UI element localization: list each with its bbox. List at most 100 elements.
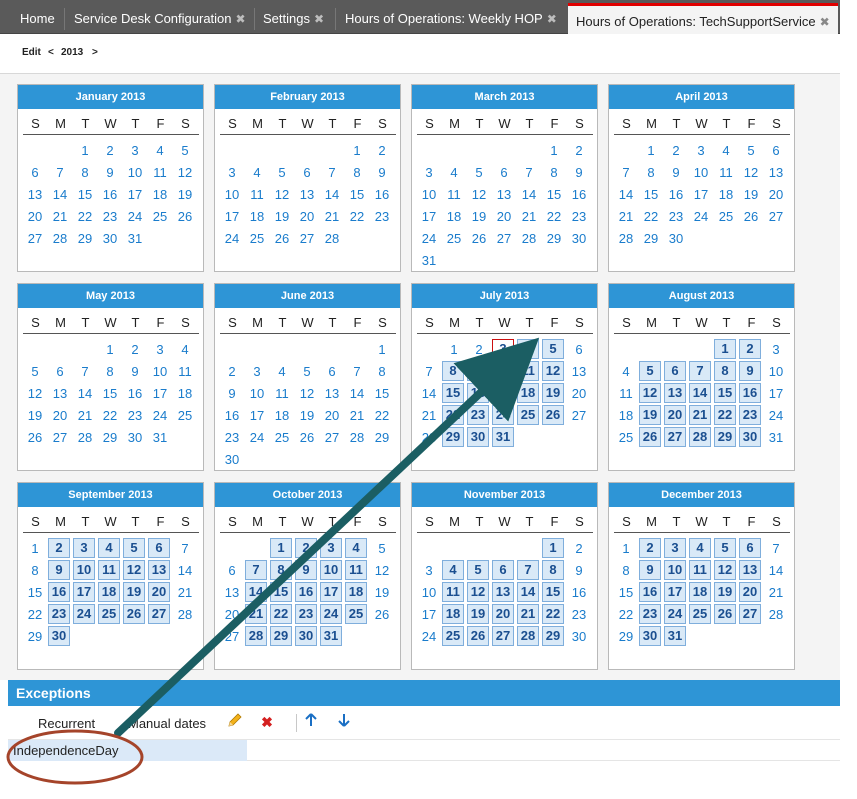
calendar-day[interactable]: 18: [442, 206, 466, 227]
exception-name[interactable]: IndependenceDay: [8, 740, 247, 761]
tab-home[interactable]: Home: [12, 6, 63, 34]
calendar-day[interactable]: 25: [442, 228, 466, 249]
calendar-day[interactable]: 30: [123, 427, 147, 448]
calendar-day[interactable]: 17: [245, 405, 269, 426]
calendar-day[interactable]: 1: [345, 140, 369, 161]
operating-day[interactable]: 12: [639, 383, 661, 403]
operating-day[interactable]: 5: [123, 538, 145, 558]
calendar-day[interactable]: 30: [98, 228, 122, 249]
calendar-day[interactable]: 24: [220, 228, 244, 249]
operating-day[interactable]: 17: [664, 582, 686, 602]
operating-day[interactable]: 9: [739, 361, 761, 381]
calendar-day[interactable]: 28: [614, 228, 638, 249]
calendar-day[interactable]: 1: [73, 140, 97, 161]
operating-day[interactable]: 13: [664, 383, 686, 403]
calendar-day[interactable]: 26: [295, 427, 319, 448]
operating-day[interactable]: 30: [48, 626, 70, 646]
calendar-day[interactable]: 3: [245, 361, 269, 382]
operating-day[interactable]: 14: [689, 383, 711, 403]
calendar-day[interactable]: 13: [567, 361, 591, 382]
operating-day[interactable]: 18: [98, 582, 120, 602]
calendar-day[interactable]: 6: [492, 162, 516, 183]
calendar-day[interactable]: 10: [148, 361, 172, 382]
calendar-day[interactable]: 29: [639, 228, 663, 249]
calendar-day[interactable]: 3: [417, 560, 441, 581]
calendar-day[interactable]: 27: [48, 427, 72, 448]
calendar-day[interactable]: 4: [614, 361, 638, 382]
calendar-day[interactable]: 20: [492, 206, 516, 227]
calendar-day[interactable]: 23: [567, 604, 591, 625]
operating-day[interactable]: 20: [148, 582, 170, 602]
calendar-day[interactable]: 27: [23, 228, 47, 249]
calendar-day[interactable]: 3: [764, 339, 788, 360]
calendar-day[interactable]: 2: [98, 140, 122, 161]
operating-day[interactable]: 8: [542, 560, 564, 580]
calendar-day[interactable]: 17: [123, 184, 147, 205]
operating-day[interactable]: 23: [639, 604, 661, 624]
calendar-day[interactable]: 6: [295, 162, 319, 183]
operating-day[interactable]: 25: [345, 604, 367, 624]
calendar-day[interactable]: 13: [492, 184, 516, 205]
operating-day[interactable]: 26: [714, 604, 736, 624]
calendar-day[interactable]: 18: [270, 405, 294, 426]
calendar-day[interactable]: 27: [295, 228, 319, 249]
operating-day[interactable]: 16: [48, 582, 70, 602]
calendar-day[interactable]: 25: [714, 206, 738, 227]
calendar-day[interactable]: 27: [764, 206, 788, 227]
calendar-day[interactable]: 21: [73, 405, 97, 426]
calendar-day[interactable]: 31: [417, 250, 441, 271]
operating-day[interactable]: 1: [714, 339, 736, 359]
calendar-day[interactable]: 18: [173, 383, 197, 404]
calendar-day[interactable]: 12: [467, 184, 491, 205]
operating-day[interactable]: 24: [664, 604, 686, 624]
calendar-day[interactable]: 8: [614, 560, 638, 581]
tab-weekly-hop[interactable]: Hours of Operations: Weekly HOP ✖: [337, 6, 565, 34]
calendar-day[interactable]: 12: [295, 383, 319, 404]
operating-day[interactable]: 20: [492, 604, 514, 624]
calendar-day[interactable]: 29: [23, 626, 47, 647]
calendar-day[interactable]: 27: [320, 427, 344, 448]
operating-day[interactable]: 9: [639, 560, 661, 580]
calendar-day[interactable]: 7: [517, 162, 541, 183]
close-icon[interactable]: ✖: [236, 12, 246, 26]
calendar-day[interactable]: 7: [73, 361, 97, 382]
calendar-day[interactable]: 24: [417, 228, 441, 249]
operating-day[interactable]: 26: [542, 405, 564, 425]
operating-day[interactable]: 19: [542, 383, 564, 403]
calendar-day[interactable]: 21: [173, 582, 197, 603]
operating-day[interactable]: 23: [48, 604, 70, 624]
calendar-day[interactable]: 14: [417, 383, 441, 404]
operating-day[interactable]: 12: [467, 582, 489, 602]
operating-day[interactable]: 13: [148, 560, 170, 580]
calendar-day[interactable]: 3: [417, 162, 441, 183]
calendar-day[interactable]: 21: [417, 405, 441, 426]
operating-day[interactable]: 29: [442, 427, 464, 447]
calendar-day[interactable]: 22: [73, 206, 97, 227]
calendar-day[interactable]: 4: [270, 361, 294, 382]
calendar-day[interactable]: 24: [123, 206, 147, 227]
calendar-day[interactable]: 26: [270, 228, 294, 249]
calendar-day[interactable]: 1: [98, 339, 122, 360]
calendar-day[interactable]: 15: [370, 383, 394, 404]
calendar-day[interactable]: 8: [542, 162, 566, 183]
calendar-day[interactable]: 16: [98, 184, 122, 205]
operating-day[interactable]: 18: [517, 383, 539, 403]
calendar-day[interactable]: 9: [220, 383, 244, 404]
calendar-day[interactable]: 27: [492, 228, 516, 249]
calendar-day[interactable]: 19: [270, 206, 294, 227]
operating-day[interactable]: 10: [73, 560, 95, 580]
operating-day[interactable]: 6: [492, 560, 514, 580]
calendar-day[interactable]: 12: [739, 162, 763, 183]
calendar-day[interactable]: 8: [23, 560, 47, 581]
operating-day[interactable]: 26: [639, 427, 661, 447]
operating-day[interactable]: 16: [467, 383, 489, 403]
operating-day[interactable]: 3: [664, 538, 686, 558]
close-icon[interactable]: ✖: [820, 15, 830, 29]
calendar-day[interactable]: 6: [764, 140, 788, 161]
calendar-day[interactable]: 19: [23, 405, 47, 426]
operating-day[interactable]: 17: [492, 383, 514, 403]
calendar-day[interactable]: 31: [764, 427, 788, 448]
calendar-day[interactable]: 21: [345, 405, 369, 426]
calendar-day[interactable]: 19: [295, 405, 319, 426]
operating-day[interactable]: 7: [517, 560, 539, 580]
